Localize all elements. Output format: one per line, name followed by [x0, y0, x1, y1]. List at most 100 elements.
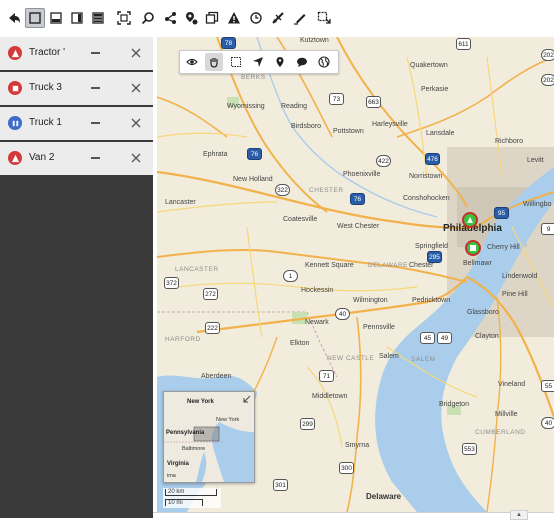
place-label: Lansdale: [426, 130, 455, 137]
vehicle-marker[interactable]: [462, 212, 478, 228]
main-toolbar: [0, 0, 554, 37]
route-shield: 49: [437, 332, 452, 344]
truck-icon: [8, 46, 22, 60]
expand-panel-icon[interactable]: ▲: [510, 510, 528, 520]
place-label: Clayton: [475, 333, 499, 340]
vehicle-item-van2[interactable]: Van 2: [0, 142, 153, 177]
place-label: Hockessin: [301, 287, 334, 294]
close-icon[interactable]: [129, 46, 143, 60]
vehicle-label: Truck 3: [29, 82, 62, 93]
fit-to-screen-icon[interactable]: [114, 8, 134, 28]
route-shield: 9: [541, 223, 554, 235]
place-label: Kennett Square: [305, 262, 354, 269]
route-shield: 73: [329, 93, 344, 105]
vehicle-label: Van 2: [29, 152, 55, 163]
overview-map[interactable]: New York New York Pennsylvania Baltimore…: [163, 391, 255, 483]
place-label: New Holland: [233, 176, 273, 183]
state-label: Delaware: [366, 492, 402, 501]
route-shield: 272: [203, 288, 218, 300]
map-toolbar: [179, 50, 339, 74]
select-all-icon[interactable]: [25, 8, 45, 28]
route-shield: 78: [221, 37, 236, 49]
pin-icon[interactable]: [271, 53, 289, 71]
history-icon[interactable]: [246, 8, 266, 28]
county-label: CHESTER: [309, 187, 344, 194]
share-icon[interactable]: [161, 8, 181, 28]
eye-icon[interactable]: [183, 53, 201, 71]
alert-icon[interactable]: [224, 8, 244, 28]
edit-icon[interactable]: [290, 8, 310, 28]
route-shield: 76: [247, 148, 262, 160]
route-shield: 295: [427, 251, 442, 263]
route-shield: 299: [300, 418, 315, 430]
map-scale: 20 km 10 mi: [163, 488, 221, 508]
place-label: Springfield: [415, 243, 449, 250]
add-selection-icon[interactable]: [314, 8, 334, 28]
vehicle-marker[interactable]: [465, 240, 481, 256]
search-icon[interactable]: [138, 8, 158, 28]
place-label: Millville: [495, 411, 518, 418]
vehicle-item-truck1[interactable]: Truck 1: [0, 107, 153, 142]
close-icon[interactable]: [129, 81, 143, 95]
place-label: Richboro: [495, 138, 524, 145]
layout-right-icon[interactable]: [67, 8, 87, 28]
copy-icon[interactable]: [202, 8, 222, 28]
vehicle-item-tractor[interactable]: Tractor ': [0, 37, 153, 72]
minimize-icon[interactable]: [91, 87, 100, 89]
place-label: Reading: [281, 103, 308, 110]
route-shield: 611: [456, 38, 471, 50]
vehicle-item-truck3[interactable]: Truck 3: [0, 72, 153, 107]
navigate-icon[interactable]: [249, 53, 267, 71]
place-label: Chester: [409, 262, 434, 269]
close-icon[interactable]: [129, 151, 143, 165]
place-label: Middletown: [312, 393, 348, 400]
county-label: NEW CASTLE: [327, 355, 375, 362]
place-label: Kutztown: [300, 37, 329, 44]
route-shield: 1: [283, 270, 298, 282]
route-shield: 55: [541, 380, 554, 392]
place-label: Salem: [379, 353, 399, 360]
place-label: Bridgeton: [439, 401, 469, 408]
close-icon[interactable]: [129, 116, 143, 130]
box-select-icon[interactable]: [227, 53, 245, 71]
minimize-icon[interactable]: [91, 157, 100, 159]
vehicle-label: Truck 1: [29, 117, 62, 128]
scale-km: 20 km: [165, 489, 217, 496]
place-label: Coatesville: [283, 216, 318, 223]
place-label: Pine Hill: [502, 291, 528, 298]
back-icon[interactable]: [4, 8, 24, 28]
route-shield: 553: [462, 443, 477, 455]
map-view[interactable]: Kutztown Quakertown Perkasie BERKS Wyomi…: [157, 37, 554, 512]
vehicle-panel: Tractor ' Truck 3 Truck 1 Van 2: [0, 37, 153, 518]
place-label: Levitt: [527, 157, 544, 164]
county-label: SALEM: [411, 356, 436, 363]
pan-icon[interactable]: [205, 53, 223, 71]
county-label: CUMBERLAND: [475, 429, 526, 436]
route-shield: 322: [275, 184, 290, 196]
place-label: Pennsville: [363, 324, 395, 331]
county-label: BERKS: [241, 74, 266, 81]
layout-bottom-icon[interactable]: [46, 8, 66, 28]
route-icon[interactable]: [268, 8, 288, 28]
collapse-inset-icon[interactable]: [242, 395, 251, 404]
inset-label: New York: [216, 417, 240, 423]
place-label: Phoenixville: [343, 171, 381, 178]
county-label: LANCASTER: [175, 266, 219, 273]
truck-icon: [8, 81, 22, 95]
place-label: Aberdeen: [201, 373, 232, 380]
layout-full-icon[interactable]: [88, 8, 108, 28]
comment-icon[interactable]: [293, 53, 311, 71]
inset-label: Baltimore: [182, 446, 206, 452]
truck-icon: [8, 151, 22, 165]
route-shield: 422: [376, 155, 391, 167]
globe-icon[interactable]: [315, 53, 333, 71]
geofence-icon[interactable]: [181, 8, 201, 28]
minimize-icon[interactable]: [91, 52, 100, 54]
place-label: Glassboro: [467, 309, 499, 316]
route-shield: 76: [350, 193, 365, 205]
minimize-icon[interactable]: [91, 122, 100, 124]
place-label: Bellmawr: [463, 260, 492, 267]
place-label: Willingbo: [523, 201, 552, 208]
place-label: Cherry Hill: [487, 244, 520, 251]
place-label: Smyrna: [345, 442, 370, 449]
